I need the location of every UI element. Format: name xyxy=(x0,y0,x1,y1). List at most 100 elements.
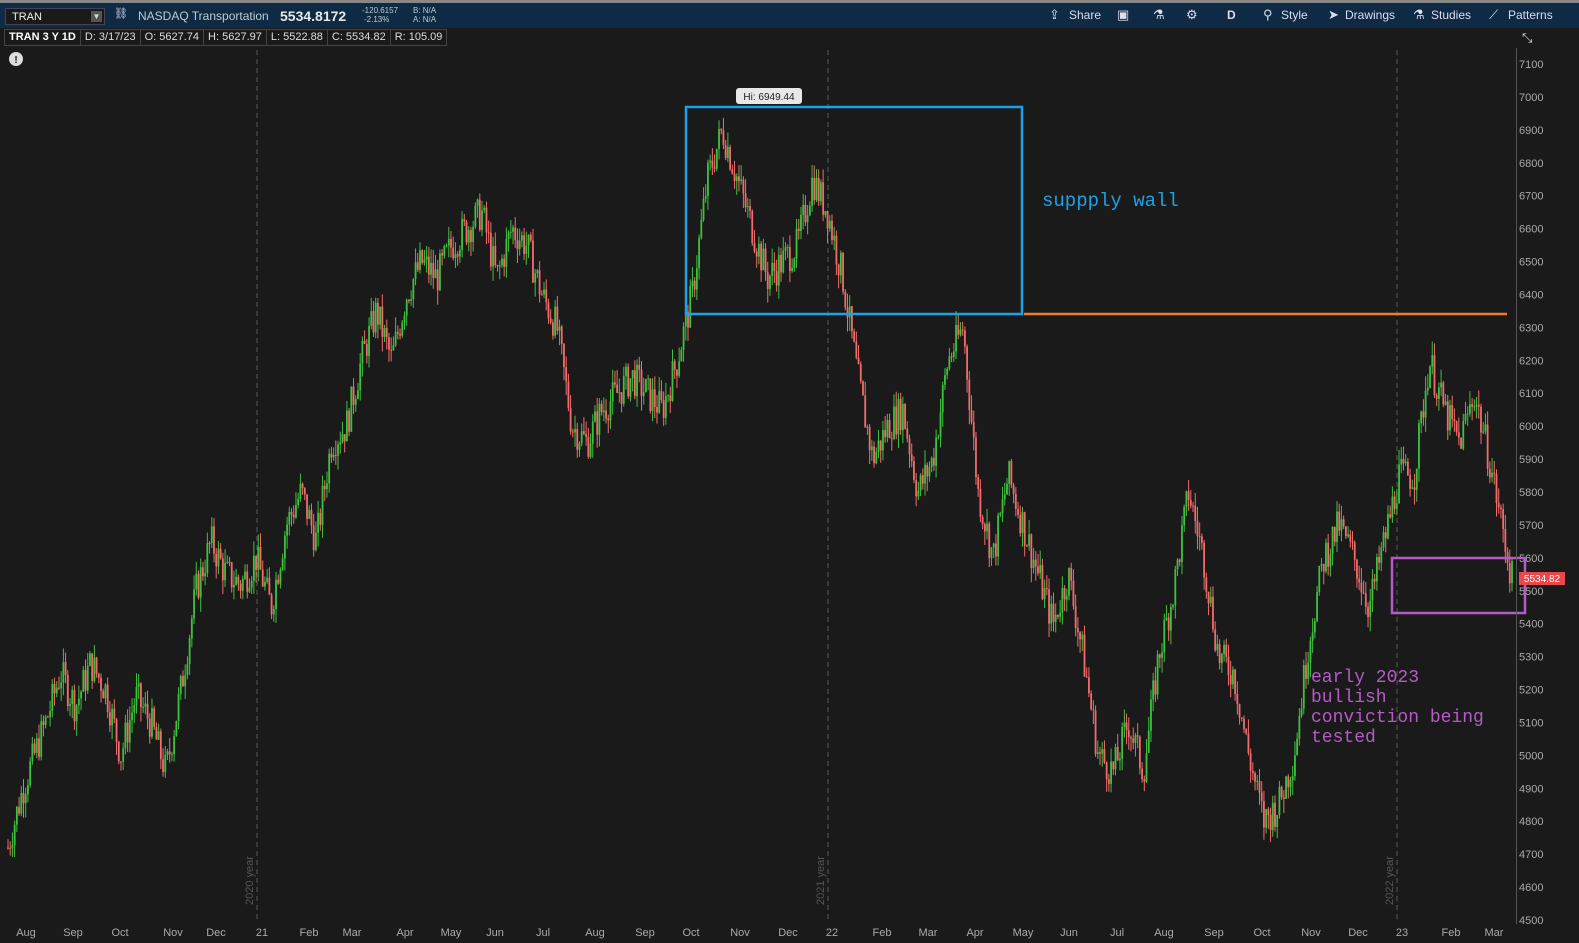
y-tick-label: 5300 xyxy=(1519,652,1543,664)
candle-body xyxy=(35,738,38,753)
high-label: Hi: 6949.44 xyxy=(743,92,795,103)
y-tick-label: 6200 xyxy=(1519,355,1543,367)
price-chart[interactable]: 2020 year 2021 year 2022 year 7100 7000 6900… xyxy=(0,0,1579,943)
candle-body xyxy=(49,710,51,717)
candle-body xyxy=(625,366,627,377)
expand-icon[interactable]: ⤡ xyxy=(1522,30,1532,46)
candle-body xyxy=(895,406,898,435)
candle-body xyxy=(66,674,69,706)
candle-body xyxy=(1460,437,1462,449)
candle-body xyxy=(1251,770,1254,774)
candle-body xyxy=(1074,605,1077,629)
candle-body xyxy=(1041,564,1044,600)
candle-body xyxy=(1331,526,1334,555)
candle-body xyxy=(673,361,676,370)
candle-body xyxy=(904,404,906,429)
candle-body xyxy=(1127,730,1130,738)
candle-body xyxy=(791,267,794,272)
candle-body xyxy=(1486,424,1489,469)
candle-body xyxy=(326,483,328,490)
candle-body xyxy=(1265,809,1268,828)
candle-body xyxy=(270,594,273,615)
candle-body xyxy=(946,368,949,376)
candle-body xyxy=(1364,593,1367,607)
candle-body xyxy=(944,375,946,385)
candle-body xyxy=(1138,736,1141,769)
candle-body xyxy=(447,238,450,246)
candle-body xyxy=(396,331,399,334)
candle-body xyxy=(919,475,922,491)
candle-body xyxy=(385,328,388,338)
candle-body xyxy=(352,386,355,405)
candle-body xyxy=(162,759,164,773)
candle-body xyxy=(718,129,720,149)
candle-body xyxy=(301,483,304,489)
candle-body xyxy=(866,426,869,428)
candle-body xyxy=(1085,676,1088,678)
candle-body xyxy=(113,708,116,720)
y-tick-label: 4900 xyxy=(1519,783,1543,795)
candle-body xyxy=(1143,779,1146,782)
candle-body xyxy=(720,129,723,131)
candle-body xyxy=(363,340,366,344)
candle-body xyxy=(501,258,503,266)
year-separator-label: 2022 year xyxy=(1384,856,1396,905)
candle-body xyxy=(1123,722,1126,728)
candle-body xyxy=(1223,644,1225,654)
candle-body xyxy=(808,205,811,216)
candle-body xyxy=(281,558,284,570)
candle-body xyxy=(230,562,233,588)
candle-body xyxy=(321,485,324,525)
candle-body xyxy=(786,247,789,249)
candle-body xyxy=(80,691,82,699)
candle-body xyxy=(275,579,277,610)
candle-body xyxy=(463,219,466,222)
candle-body xyxy=(348,410,351,432)
candle-body xyxy=(620,392,623,404)
candle-body xyxy=(1500,507,1502,510)
candle-body xyxy=(82,669,85,692)
candle-body xyxy=(306,494,308,519)
x-tick-label: Aug xyxy=(585,927,605,939)
candle-body xyxy=(656,406,658,413)
candle-body xyxy=(653,389,656,407)
candle-body xyxy=(379,306,382,325)
candle-body xyxy=(443,245,446,256)
candle-body xyxy=(565,367,568,382)
candle-body xyxy=(928,467,931,477)
candle-body xyxy=(430,262,432,275)
candle-body xyxy=(182,676,184,687)
y-tick-label: 6400 xyxy=(1519,289,1543,301)
candle-body xyxy=(1362,592,1365,594)
candle-body xyxy=(729,147,731,170)
candle-body xyxy=(1333,526,1336,542)
candle-body xyxy=(1473,406,1476,408)
candle-body xyxy=(259,546,262,570)
candle-body xyxy=(1176,559,1179,570)
x-tick-label: Jun xyxy=(1060,927,1078,939)
candle-body xyxy=(208,542,211,544)
candle-body xyxy=(241,578,244,591)
candle-body xyxy=(233,585,235,588)
candle-body xyxy=(622,376,625,404)
candle-body xyxy=(1103,749,1106,763)
candle-body xyxy=(842,252,844,292)
candle-body xyxy=(217,548,220,567)
candle-body xyxy=(689,286,692,328)
candle-body xyxy=(1154,680,1157,695)
candle-body xyxy=(423,259,426,263)
candle-body xyxy=(1132,738,1135,743)
candle-body xyxy=(69,703,71,706)
candle-body xyxy=(1174,569,1177,606)
alert-icon-glyph: ! xyxy=(14,55,17,66)
candle-body xyxy=(844,291,847,308)
candle-body xyxy=(175,720,178,736)
candle-body xyxy=(290,511,293,515)
candle-body xyxy=(1181,525,1183,562)
candle-body xyxy=(1336,511,1338,542)
candle-body xyxy=(155,726,158,740)
y-tick-label: 5700 xyxy=(1519,520,1543,532)
candle-body xyxy=(777,254,780,286)
candle-body xyxy=(698,237,700,269)
candle-body xyxy=(882,430,884,451)
